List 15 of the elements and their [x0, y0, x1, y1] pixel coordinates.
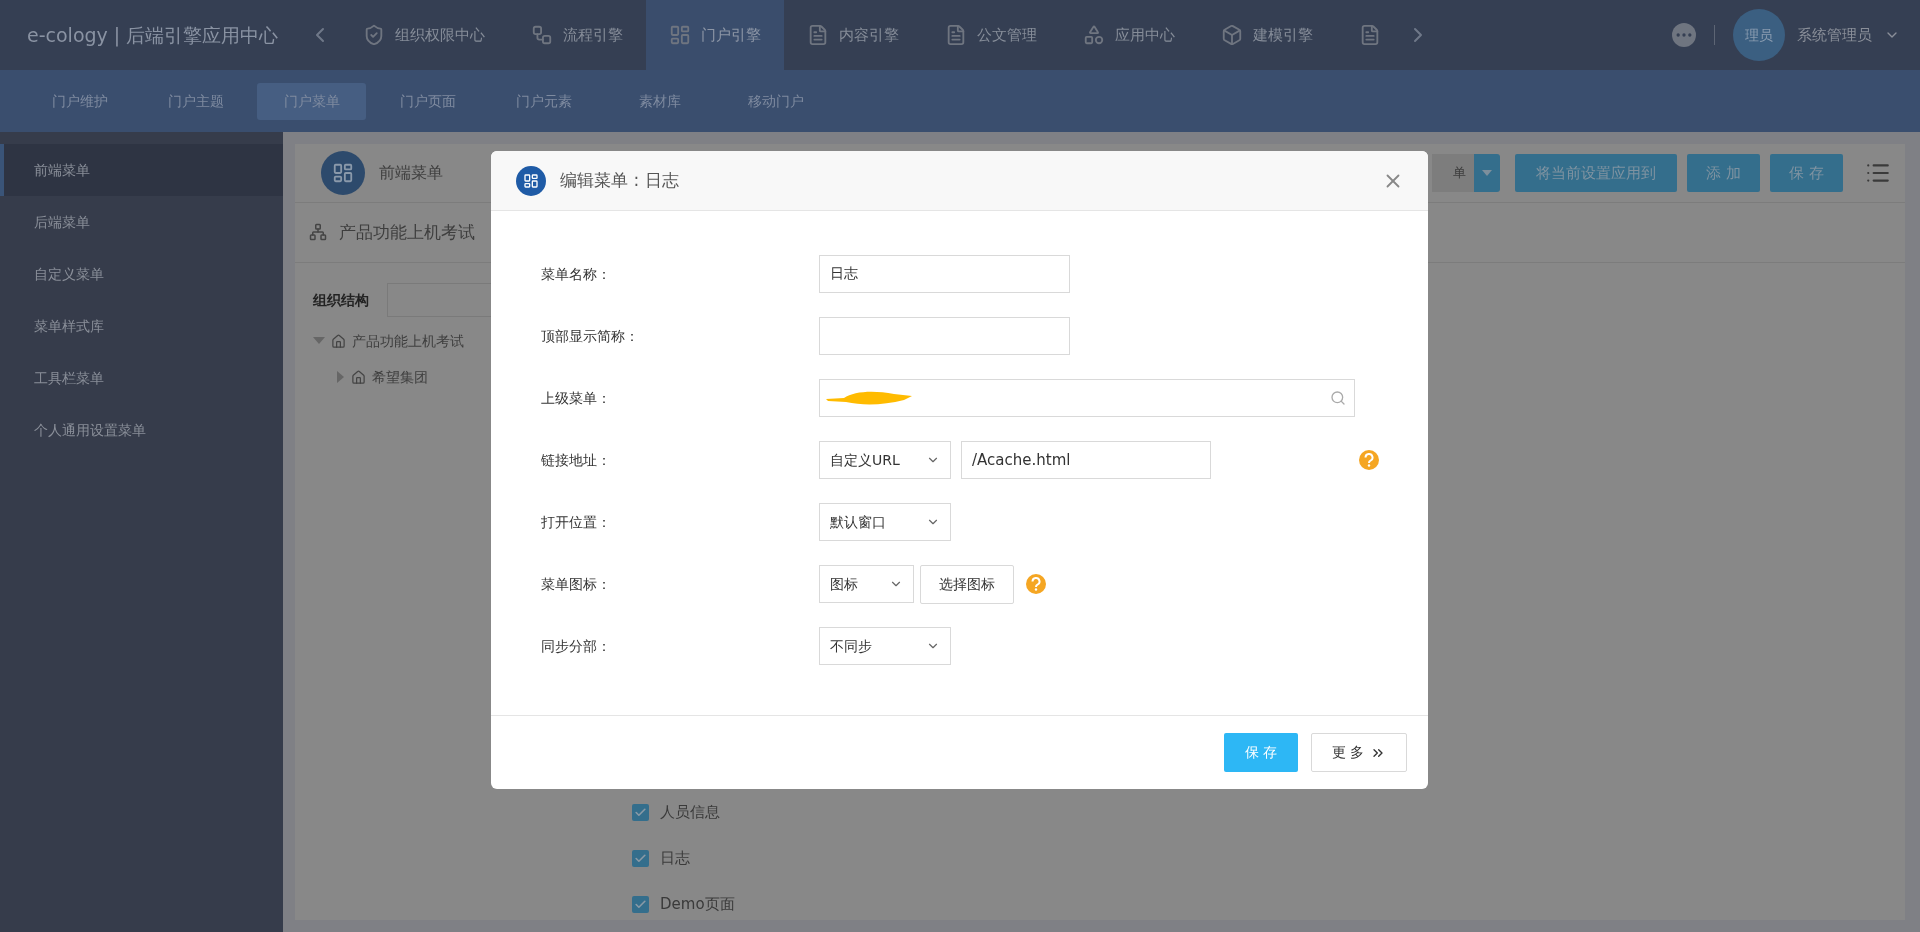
dialog-title: 编辑菜单 : 日志 [560, 168, 679, 192]
org-label: 组织结构 [313, 290, 369, 310]
field-label: 上级菜单： [541, 388, 612, 408]
panel-title: 前端菜单 [379, 161, 443, 184]
field-label: 打开位置： [541, 512, 612, 532]
menu-item-label: 人员信息 [660, 801, 720, 823]
field-label: 同步分部： [541, 636, 612, 656]
menu-item-label: 日志 [660, 847, 690, 869]
field-label: 菜单名称： [541, 264, 612, 284]
tree-title: 产品功能上机考试 [339, 220, 475, 244]
field-label: 顶部显示简称： [541, 326, 640, 346]
field-label: 链接地址： [541, 450, 612, 470]
field-label: 菜单图标： [541, 574, 612, 594]
app-title: e-cology | 后端引擎应用中心 [26, 22, 280, 49]
menu-item-label: Demo页面 [660, 893, 735, 915]
